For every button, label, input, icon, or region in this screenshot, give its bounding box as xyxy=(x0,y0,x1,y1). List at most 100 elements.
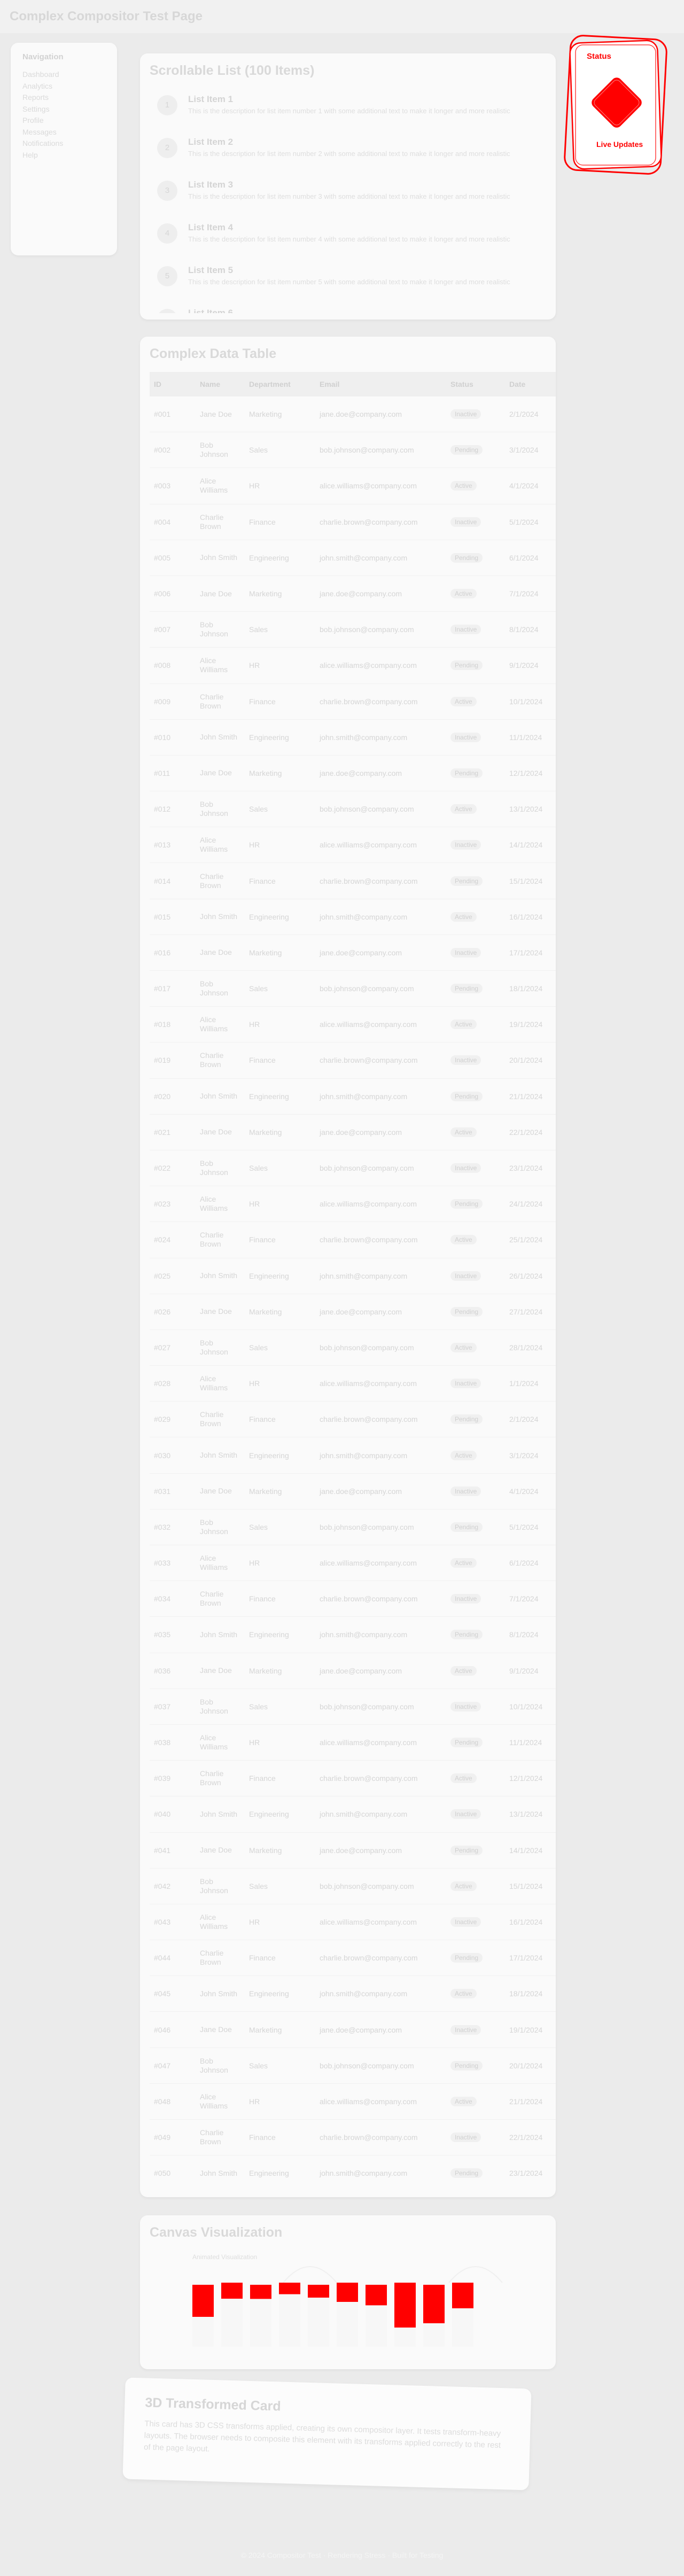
decorative-arcs xyxy=(283,2266,503,2283)
table-row[interactable]: #044 Charlie Brown Finance charlie.brown@co… xyxy=(150,1940,556,1976)
table-row[interactable]: #021 Jane Doe Marketing jane.doe@company.co… xyxy=(150,1114,556,1150)
cell-email: bob.johnson@company.com xyxy=(315,1329,446,1366)
table-scroll-area[interactable]: ID Name Department Email Status Date #001 Jane… xyxy=(150,372,556,2189)
table-row[interactable]: #036 Jane Doe Marketing jane.doe@company.co… xyxy=(150,1653,556,1689)
table-row[interactable]: #029 Charlie Brown Finance charlie.brown@co… xyxy=(150,1401,556,1438)
cell-status: Pending xyxy=(446,1616,505,1653)
table-row[interactable]: #002 Bob Johnson Sales bob.johnson@company.… xyxy=(150,432,556,469)
cell-id: #001 xyxy=(150,396,196,433)
column-header[interactable]: ID xyxy=(150,372,196,396)
table-row[interactable]: #045 John Smith Engineering john.smith@comp… xyxy=(150,1975,556,2012)
cell-status: Pending xyxy=(446,2048,505,2084)
cell-id: #015 xyxy=(150,899,196,935)
cell-date: 6/1/2024 xyxy=(505,1545,556,1582)
bar-chart: Animated Visualization xyxy=(192,2253,503,2347)
table-row[interactable]: #049 Charlie Brown Finance charlie.brown@co… xyxy=(150,2119,556,2156)
list-item[interactable]: 5 List Item 5 This is the description for … xyxy=(150,260,556,302)
cell-id: #046 xyxy=(150,2011,196,2048)
table-row[interactable]: #027 Bob Johnson Sales bob.johnson@company.… xyxy=(150,1329,556,1366)
table-row[interactable]: #001 Jane Doe Marketing jane.doe@company.co… xyxy=(150,396,556,433)
list-item[interactable]: 6 List Item 6 xyxy=(150,302,556,313)
table-row[interactable]: #039 Charlie Brown Finance charlie.brown@co… xyxy=(150,1760,556,1797)
table-row[interactable]: #016 Jane Doe Marketing jane.doe@company.co… xyxy=(150,935,556,971)
table-row[interactable]: #043 Alice Williams HR alice.williams@compa… xyxy=(150,1904,556,1941)
sidebar-item-notifications[interactable]: Notifications xyxy=(22,138,105,150)
table-row[interactable]: #024 Charlie Brown Finance charlie.brown@co… xyxy=(150,1221,556,1258)
cell-department: Sales xyxy=(245,970,315,1007)
status-badge: Inactive xyxy=(450,732,481,742)
status-badge: Pending xyxy=(450,1953,483,1963)
cell-status: Pending xyxy=(446,970,505,1007)
table-row[interactable]: #011 Jane Doe Marketing jane.doe@company.co… xyxy=(150,755,556,792)
table-row[interactable]: #005 John Smith Engineering john.smith@comp… xyxy=(150,540,556,576)
sidebar-item-help[interactable]: Help xyxy=(22,150,105,161)
table-row[interactable]: #004 Charlie Brown Finance charlie.brown@co… xyxy=(150,504,556,540)
cell-name: Jane Doe xyxy=(196,2011,245,2048)
list-item[interactable]: 3 List Item 3 This is the description for … xyxy=(150,174,556,217)
status-badge: Inactive xyxy=(450,1055,481,1065)
column-header[interactable]: Email xyxy=(315,372,446,396)
table-row[interactable]: #008 Alice Williams HR alice.williams@compa… xyxy=(150,647,556,684)
table-row[interactable]: #023 Alice Williams HR alice.williams@compa… xyxy=(150,1186,556,1223)
table-row[interactable]: #047 Bob Johnson Sales bob.johnson@company.… xyxy=(150,2048,556,2084)
sidebar: Navigation Dashboard Analytics Reports S… xyxy=(11,43,117,255)
table-row[interactable]: #009 Charlie Brown Finance charlie.brown@co… xyxy=(150,683,556,720)
table-row[interactable]: #037 Bob Johnson Sales bob.johnson@company.… xyxy=(150,1688,556,1725)
status-badge: Active xyxy=(450,696,477,706)
table-row[interactable]: #033 Alice Williams HR alice.williams@compa… xyxy=(150,1545,556,1582)
table-row[interactable]: #046 Jane Doe Marketing jane.doe@company.co… xyxy=(150,2011,556,2048)
table-row[interactable]: #022 Bob Johnson Sales bob.johnson@company.… xyxy=(150,1150,556,1187)
column-header[interactable]: Status xyxy=(446,372,505,396)
table-row[interactable]: #013 Alice Williams HR alice.williams@compa… xyxy=(150,827,556,863)
list-scroll-area[interactable]: 1 List Item 1 This is the description for … xyxy=(150,89,556,313)
sidebar-item-profile[interactable]: Profile xyxy=(22,115,105,127)
table-row[interactable]: #034 Charlie Brown Finance charlie.brown@co… xyxy=(150,1581,556,1617)
table-row[interactable]: #050 John Smith Engineering john.smith@comp… xyxy=(150,2155,556,2189)
sidebar-item-messages[interactable]: Messages xyxy=(22,127,105,138)
list-item-number: 1 xyxy=(157,95,177,115)
column-header[interactable]: Name xyxy=(196,372,245,396)
cell-name: Bob Johnson xyxy=(196,1688,245,1725)
table-row[interactable]: #015 John Smith Engineering john.smith@comp… xyxy=(150,899,556,935)
table-row[interactable]: #030 John Smith Engineering john.smith@comp… xyxy=(150,1437,556,1474)
table-row[interactable]: #038 Alice Williams HR alice.williams@compa… xyxy=(150,1724,556,1761)
list-item[interactable]: 4 List Item 4 This is the description for … xyxy=(150,217,556,260)
table-row[interactable]: #028 Alice Williams HR alice.williams@compa… xyxy=(150,1365,556,1402)
table-row[interactable]: #042 Bob Johnson Sales bob.johnson@company.… xyxy=(150,1868,556,1904)
table-row[interactable]: #014 Charlie Brown Finance charlie.brown@co… xyxy=(150,862,556,899)
sidebar-item-analytics[interactable]: Analytics xyxy=(22,81,105,92)
table-row[interactable]: #048 Alice Williams HR alice.williams@compa… xyxy=(150,2083,556,2120)
table-row[interactable]: #003 Alice Williams HR alice.williams@compa… xyxy=(150,468,556,504)
table-row[interactable]: #032 Bob Johnson Sales bob.johnson@company.… xyxy=(150,1509,556,1546)
table-row[interactable]: #019 Charlie Brown Finance charlie.brown@co… xyxy=(150,1042,556,1079)
column-header[interactable]: Department xyxy=(245,372,315,396)
table-row[interactable]: #031 Jane Doe Marketing jane.doe@company.co… xyxy=(150,1473,556,1509)
table-row[interactable]: #006 Jane Doe Marketing jane.doe@company.co… xyxy=(150,575,556,612)
table-row[interactable]: #017 Bob Johnson Sales bob.johnson@company.… xyxy=(150,970,556,1007)
cell-department: Marketing xyxy=(245,1114,315,1150)
cell-department: Engineering xyxy=(245,1078,315,1115)
table-row[interactable]: #026 Jane Doe Marketing jane.doe@company.co… xyxy=(150,1294,556,1330)
table-row[interactable]: #007 Bob Johnson Sales bob.johnson@company.… xyxy=(150,611,556,648)
table-row[interactable]: #012 Bob Johnson Sales bob.johnson@company.… xyxy=(150,791,556,828)
cell-department: Engineering xyxy=(245,2155,315,2189)
cell-email: jane.doe@company.com xyxy=(315,1473,446,1509)
sidebar-item-reports[interactable]: Reports xyxy=(22,92,105,104)
cell-name: Bob Johnson xyxy=(196,1509,245,1546)
column-header[interactable]: Date xyxy=(505,372,556,396)
table-row[interactable]: #025 John Smith Engineering john.smith@comp… xyxy=(150,1258,556,1294)
sidebar-item-dashboard[interactable]: Dashboard xyxy=(22,69,105,81)
table-row[interactable]: #018 Alice Williams HR alice.williams@compa… xyxy=(150,1006,556,1043)
table-row[interactable]: #041 Jane Doe Marketing jane.doe@company.co… xyxy=(150,1832,556,1869)
cell-department: Engineering xyxy=(245,540,315,576)
table-row[interactable]: #020 John Smith Engineering john.smith@comp… xyxy=(150,1078,556,1115)
list-item[interactable]: 1 List Item 1 This is the description for … xyxy=(150,89,556,131)
sidebar-item-settings[interactable]: Settings xyxy=(22,104,105,115)
table-row[interactable]: #040 John Smith Engineering john.smith@comp… xyxy=(150,1796,556,1833)
list-item[interactable]: 2 List Item 2 This is the description for … xyxy=(150,131,556,174)
table-row[interactable]: #035 John Smith Engineering john.smith@comp… xyxy=(150,1616,556,1653)
table-row[interactable]: #010 John Smith Engineering john.smith@comp… xyxy=(150,719,556,756)
cell-status: Inactive xyxy=(446,1904,505,1941)
cell-email: charlie.brown@company.com xyxy=(315,504,446,540)
cell-status: Pending xyxy=(446,755,505,792)
